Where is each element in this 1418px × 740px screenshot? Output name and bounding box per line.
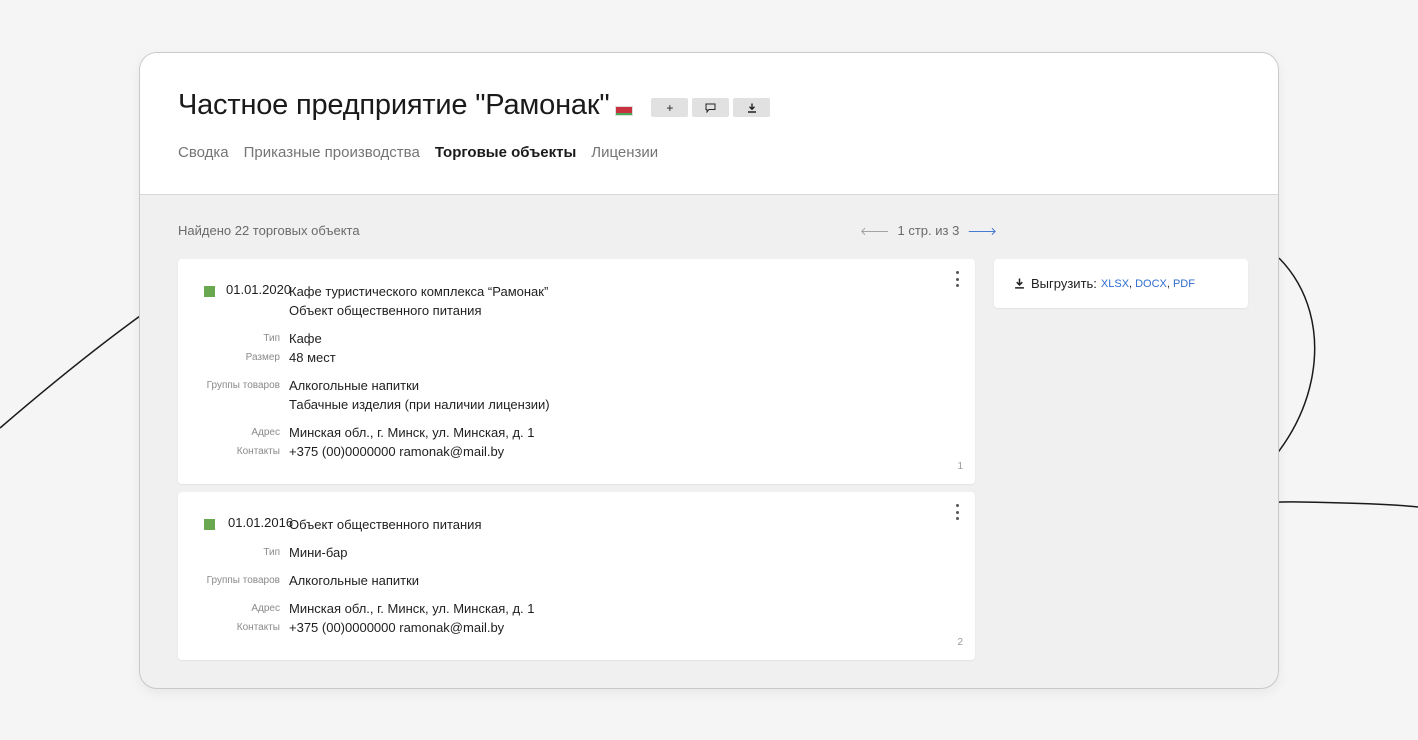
address-label: Адрес [251, 427, 280, 438]
download-icon [747, 103, 756, 113]
page-indicator: 1 стр. из 3 [897, 223, 960, 238]
tab-proceedings[interactable]: Приказные производства [244, 144, 420, 161]
results-count: Найдено 22 торговых объекта [178, 223, 360, 238]
type-value: Мини-бар [289, 545, 348, 560]
size-value: 48 мест [289, 350, 336, 365]
contacts-label: Контакты [236, 622, 280, 633]
trade-object-card: 01.01.2020 Кафе туристического комплекса… [178, 259, 975, 484]
separator: , [1166, 277, 1170, 290]
separator: , [1129, 277, 1133, 290]
export-docx-link[interactable]: DOCX [1135, 278, 1167, 290]
more-options-icon[interactable] [953, 504, 961, 520]
title-toolbar: + [651, 98, 771, 117]
tab-trade-objects[interactable]: Торговые объекты [435, 144, 576, 161]
prev-page-icon[interactable]: 🡐 [860, 224, 890, 238]
groups-label: Группы товаров [206, 380, 280, 391]
goods-group: Табачные изделия (при наличии лицензии) [289, 397, 550, 412]
tab-summary[interactable]: Сводка [178, 144, 229, 161]
contacts-value: +375 (00)0000000 ramonak@mail.by [289, 444, 505, 459]
size-label: Размер [245, 352, 280, 363]
page-title: Частное предприятие "Рамонак" [178, 89, 610, 121]
object-name: Кафе туристического комплекса “Рамонак” [289, 284, 549, 299]
export-panel: Выгрузить: XLSX, DOCX, PDF [994, 259, 1248, 308]
tabs: Сводка Приказные производства Торговые о… [178, 144, 658, 161]
pagination: 🡐 1 стр. из 3 🡒 [860, 223, 997, 238]
company-window: Частное предприятие "Рамонак" + Сводка П… [139, 52, 1279, 689]
title-row: Частное предприятие "Рамонак" + [178, 89, 771, 122]
address-value: Минская обл., г. Минск, ул. Минская, д. … [289, 601, 535, 616]
card-number: 1 [957, 461, 963, 472]
contacts-label: Контакты [236, 446, 280, 457]
comment-button[interactable] [692, 98, 730, 117]
more-options-icon[interactable] [953, 271, 961, 287]
address-label: Адрес [251, 603, 280, 614]
object-kind: Объект общественного питания [289, 303, 482, 318]
export-pdf-link[interactable]: PDF [1173, 278, 1195, 290]
download-button[interactable] [733, 98, 771, 117]
download-icon [1015, 278, 1024, 289]
groups-label: Группы товаров [206, 575, 280, 586]
export-label: Выгрузить: [1031, 276, 1097, 291]
plus-icon: + [666, 100, 674, 115]
object-kind: Объект общественного питания [289, 517, 482, 532]
card-number: 2 [957, 637, 963, 648]
next-page-icon[interactable]: 🡒 [967, 224, 997, 238]
type-label: Тип [263, 333, 280, 344]
address-value: Минская обл., г. Минск, ул. Минская, д. … [289, 425, 535, 440]
goods-group: Алкогольные напитки [289, 573, 420, 588]
goods-group: Алкогольные напитки [289, 378, 420, 393]
export-xlsx-link[interactable]: XLSX [1101, 278, 1129, 290]
contacts-value: +375 (00)0000000 ramonak@mail.by [289, 620, 505, 635]
tab-licenses[interactable]: Лицензии [591, 144, 658, 161]
type-value: Кафе [289, 331, 322, 346]
belarus-flag-icon [615, 105, 634, 116]
add-button[interactable]: + [651, 98, 689, 117]
page-header: Частное предприятие "Рамонак" + Сводка П… [140, 53, 1278, 195]
comment-icon [705, 103, 716, 113]
type-label: Тип [263, 547, 280, 558]
trade-object-card: 01.01.2016 Объект общественного питания … [178, 492, 975, 660]
